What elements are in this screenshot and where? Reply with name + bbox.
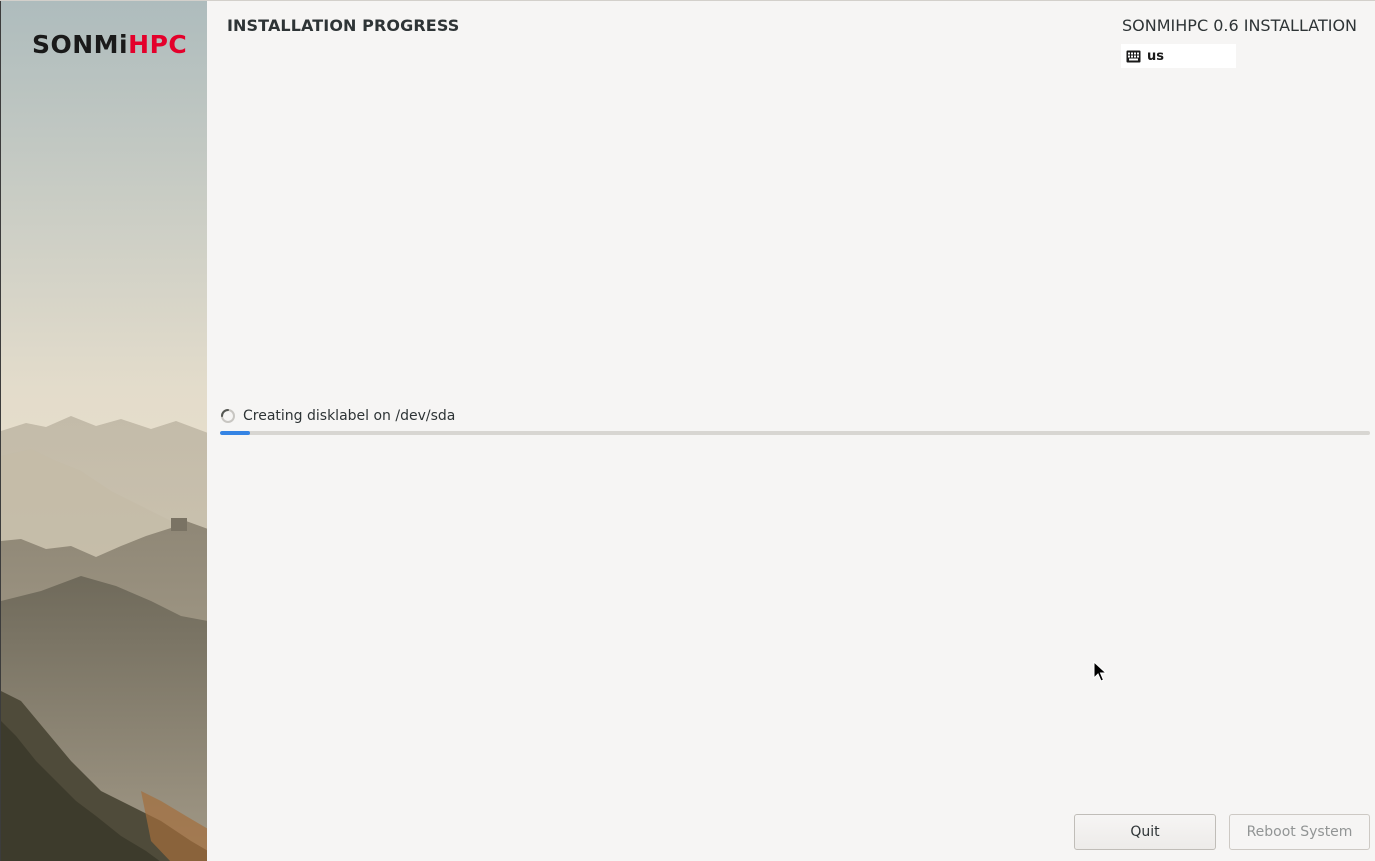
logo-text-part1: SONMi — [32, 30, 129, 59]
progress-status-text: Creating disklabel on /dev/sda — [243, 408, 456, 424]
keyboard-layout-label: us — [1147, 48, 1164, 64]
installer-window: SONMiHPC INSTALLATION PROGRESS SONMIHPC … — [0, 0, 1375, 861]
mountain-landscape-image — [1, 1, 207, 861]
mouse-pointer-icon — [1093, 661, 1107, 682]
sidebar-banner: SONMiHPC — [0, 1, 207, 861]
progress-bar-fill — [220, 431, 250, 435]
keyboard-icon — [1126, 50, 1141, 62]
logo-text-part2: HPC — [128, 30, 188, 59]
main-content: INSTALLATION PROGRESS SONMIHPC 0.6 INSTA… — [207, 1, 1375, 861]
progress-status: Creating disklabel on /dev/sda — [220, 406, 455, 426]
product-title: SONMIHPC 0.6 INSTALLATION — [1122, 16, 1357, 35]
page-title: INSTALLATION PROGRESS — [227, 16, 460, 35]
reboot-system-button[interactable]: Reboot System — [1229, 814, 1370, 850]
installation-progress-bar — [220, 431, 1370, 435]
keyboard-layout-indicator[interactable]: us — [1121, 44, 1236, 68]
logo: SONMiHPC — [32, 31, 187, 59]
spinner-icon — [221, 409, 235, 423]
quit-button[interactable]: Quit — [1074, 814, 1216, 850]
